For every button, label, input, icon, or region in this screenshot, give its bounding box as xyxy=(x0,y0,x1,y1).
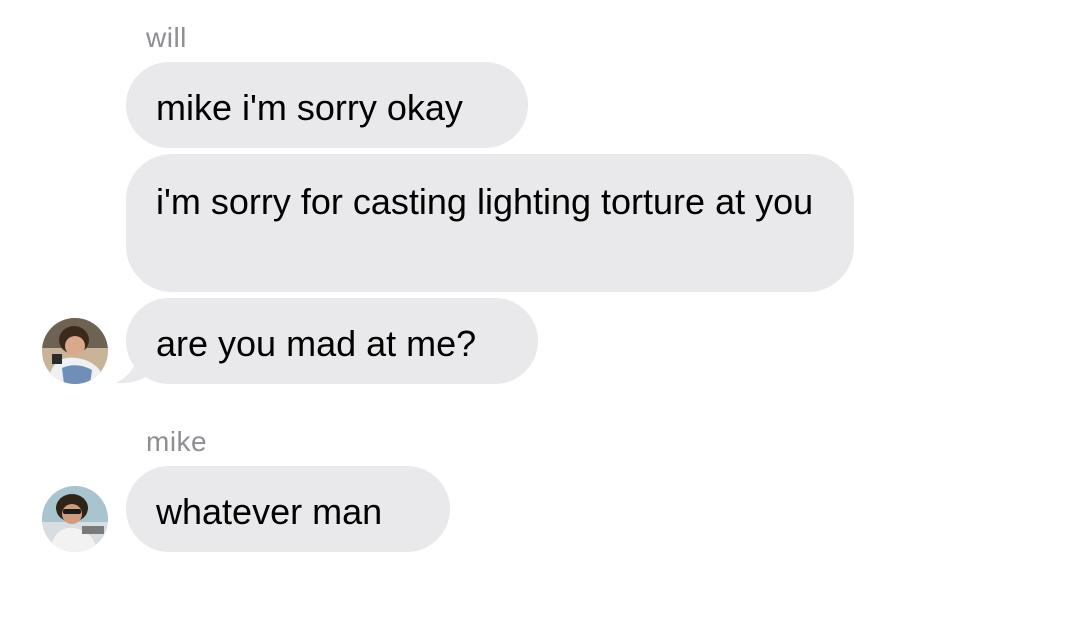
message-text: whatever man xyxy=(156,491,383,532)
bubble-tail-icon xyxy=(116,346,152,384)
message-text: i'm sorry for casting lighting torture a… xyxy=(156,181,814,222)
avatar-photo-icon xyxy=(42,486,108,552)
message-bubble[interactable]: are you mad at me? xyxy=(126,298,538,384)
message-text: mike i'm sorry okay xyxy=(156,87,463,128)
mike-avatar[interactable] xyxy=(42,486,108,552)
message-bubble[interactable]: mike i'm sorry okay xyxy=(126,62,528,148)
message-bubble[interactable]: i'm sorry for casting lighting torture a… xyxy=(126,154,854,292)
message-bubble[interactable]: whatever man xyxy=(126,466,450,552)
sender-name-will: will xyxy=(146,22,187,53)
sender-name-mike: mike xyxy=(146,426,208,457)
will-avatar[interactable] xyxy=(42,318,108,384)
message-text: are you mad at me? xyxy=(156,323,477,364)
avatar-photo-icon xyxy=(42,318,108,384)
